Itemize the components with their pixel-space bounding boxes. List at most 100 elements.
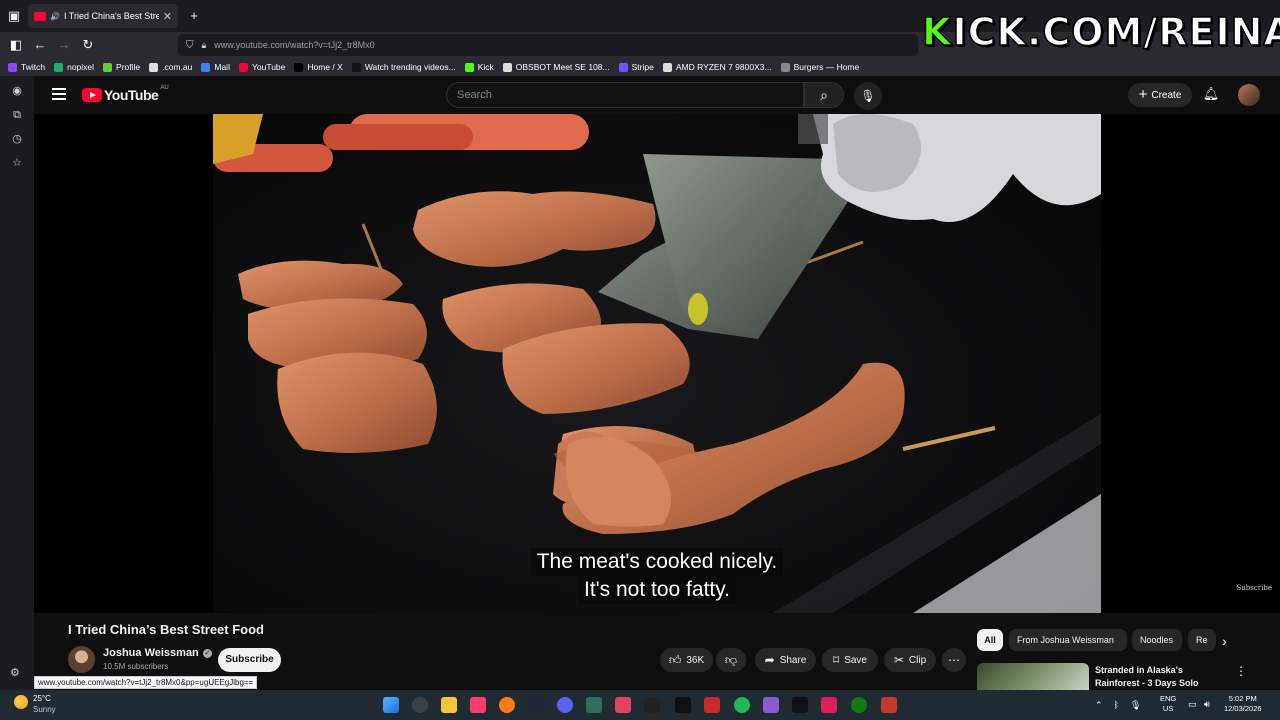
bookmark-item[interactable]: Twitch <box>8 62 45 72</box>
bookmark-item[interactable]: Mail <box>201 62 230 72</box>
channel-watermark[interactable]: Subscribe <box>1236 584 1272 592</box>
volume-icon[interactable]: 🔊︎ <box>1204 699 1216 711</box>
youtube-favicon-icon <box>34 11 46 21</box>
ai-chat-icon[interactable]: ◉ <box>10 84 24 98</box>
firefox-icon[interactable] <box>499 697 515 713</box>
reload-icon[interactable]: ↻ <box>80 37 96 53</box>
voice-search-mic-icon[interactable]: 🎙︎ <box>854 82 882 110</box>
xbox-icon[interactable] <box>851 697 867 713</box>
hamburger-menu-icon[interactable] <box>52 88 66 100</box>
app-pink-icon[interactable] <box>821 697 837 713</box>
epic-games-icon[interactable] <box>675 697 691 713</box>
app-icon[interactable] <box>586 697 602 713</box>
bookmark-icon: ⌑ <box>833 653 840 667</box>
youtube-logo[interactable]: YouTube AU <box>82 85 169 103</box>
sidebar-settings-gear-icon[interactable]: ⚙ <box>10 666 20 679</box>
bookmark-favicon-icon <box>201 62 211 72</box>
user-avatar[interactable] <box>1238 84 1260 106</box>
weather-description[interactable]: Sunny <box>33 705 56 714</box>
subscribe-button[interactable]: Subscribe <box>218 648 281 672</box>
chip-partial[interactable]: Re <box>1188 629 1216 651</box>
windows-start-icon[interactable] <box>383 697 399 713</box>
network-icon[interactable]: ▭ <box>1188 699 1200 711</box>
windows-taskbar: 25°C Sunny ⌃ ᛒ 🎙︎ ENG US ▭ 🔊︎ 5:02 PM 12/0… <box>0 690 1280 720</box>
bookmark-item[interactable]: .com.au <box>149 62 192 72</box>
app-red2-icon[interactable] <box>881 697 897 713</box>
obs-icon[interactable] <box>412 697 428 713</box>
bookmark-item[interactable]: Watch trending videos... <box>351 62 456 72</box>
dislike-button[interactable]: 👎︎ <box>716 648 746 672</box>
address-bar[interactable]: ⛉ 🔒︎ www.youtube.com/watch?v=tJj2_tr8Mx0 <box>178 34 918 56</box>
new-tab-icon[interactable]: + <box>186 8 202 24</box>
search-input[interactable]: Search <box>446 82 804 108</box>
save-label: Save <box>844 654 867 666</box>
channel-avatar[interactable] <box>68 646 95 673</box>
channel-name-row[interactable]: Joshua Weissman ✓ <box>103 647 212 659</box>
more-actions-button[interactable]: ⋯ <box>942 648 966 672</box>
tiktok-icon[interactable] <box>470 697 486 713</box>
like-button[interactable]: 👍︎ 36K <box>660 648 713 672</box>
app-dark-icon[interactable] <box>644 697 660 713</box>
share-button[interactable]: ➦ Share <box>755 648 816 672</box>
bookmark-item[interactable]: AMD RYZEN 7 9800X3... <box>662 62 772 72</box>
sidebar-toggle-icon[interactable]: ◧ <box>8 37 24 53</box>
video-player[interactable]: The meat's cooked nicely. It's not too f… <box>34 114 1280 613</box>
tab-list-icon[interactable]: ▣ <box>6 8 22 24</box>
bluetooth-icon[interactable]: ᛒ <box>1114 700 1119 710</box>
bookmark-item[interactable]: Kick <box>464 62 494 72</box>
shield-icon[interactable]: ⛉ <box>186 40 194 51</box>
bookmark-item[interactable]: YouTube <box>238 62 286 72</box>
bookmark-label: Stripe <box>631 62 654 72</box>
bookmark-favicon-icon <box>8 62 17 72</box>
history-icon[interactable]: ◷ <box>10 132 24 146</box>
chip-all[interactable]: All <box>977 629 1003 651</box>
valorant-icon[interactable] <box>704 697 720 713</box>
file-explorer-icon[interactable] <box>441 697 457 713</box>
weather-sun-icon[interactable] <box>14 695 28 709</box>
synced-tabs-icon[interactable]: ⧉ <box>10 108 24 122</box>
back-icon[interactable]: ← <box>32 37 48 53</box>
spotify-icon[interactable] <box>734 697 750 713</box>
youtube-play-logo-icon <box>82 88 102 102</box>
forward-icon[interactable]: → <box>56 37 72 53</box>
channel-name[interactable]: Joshua Weissman <box>103 647 199 659</box>
recommended-more-icon[interactable]: ⋮ <box>1235 664 1247 678</box>
chevron-right-icon[interactable]: › <box>1222 633 1227 649</box>
like-count: 36K <box>686 654 705 666</box>
speaker-icon[interactable]: 🔊 <box>50 12 60 21</box>
video-frame[interactable]: The meat's cooked nicely. It's not too f… <box>213 114 1101 613</box>
discord-icon[interactable] <box>557 697 573 713</box>
keyboard-language[interactable]: ENG US <box>1160 694 1176 714</box>
notifications-bell-icon[interactable]: 🔔︎ <box>1202 85 1220 103</box>
chip-noodles[interactable]: Noodles <box>1132 629 1182 651</box>
system-clock[interactable]: 5:02 PM 12/03/2026 <box>1224 694 1262 714</box>
bookmark-item[interactable]: Home / X <box>294 62 343 72</box>
bookmark-item[interactable]: Burgers — Home <box>780 62 859 72</box>
chip-from-channel[interactable]: From Joshua Weissman <box>1009 629 1127 651</box>
recommended-video-thumbnail[interactable] <box>977 663 1089 690</box>
browser-tab-active[interactable]: 🔊 I Tried China's Best Street F ✕ <box>28 4 178 28</box>
clip-button[interactable]: ✂ Clip <box>884 648 936 672</box>
search-icon[interactable]: ⌕ <box>804 82 844 108</box>
bookmark-favicon-icon <box>780 62 790 72</box>
app-red-icon[interactable] <box>615 697 631 713</box>
weather-temperature[interactable]: 25°C <box>33 694 51 703</box>
tray-chevron-up-icon[interactable]: ⌃ <box>1095 700 1103 711</box>
url-text[interactable]: www.youtube.com/watch?v=tJj2_tr8Mx0 <box>214 40 374 50</box>
microphone-icon[interactable]: 🎙︎ <box>1130 700 1141 711</box>
bookmark-item[interactable]: Stripe <box>618 62 654 72</box>
steam-icon[interactable] <box>528 697 544 713</box>
app-purple-icon[interactable] <box>763 697 779 713</box>
thumbs-down-icon: 👎︎ <box>724 652 738 667</box>
create-button[interactable]: + Create <box>1128 83 1192 107</box>
bookmark-label: YouTube <box>251 62 286 72</box>
bookmarks-star-icon[interactable]: ☆ <box>10 156 24 170</box>
bookmark-item[interactable]: nopixel <box>54 62 94 72</box>
capcut-icon[interactable] <box>792 697 808 713</box>
bookmark-item[interactable]: Profile <box>103 62 140 72</box>
lock-icon[interactable]: 🔒︎ <box>202 40 207 51</box>
bookmark-item[interactable]: OBSBOT Meet SE 108... <box>502 62 610 72</box>
video-title: I Tried China’s Best Street Food <box>68 622 264 637</box>
close-tab-icon[interactable]: ✕ <box>163 10 172 23</box>
save-button[interactable]: ⌑ Save <box>822 648 878 672</box>
